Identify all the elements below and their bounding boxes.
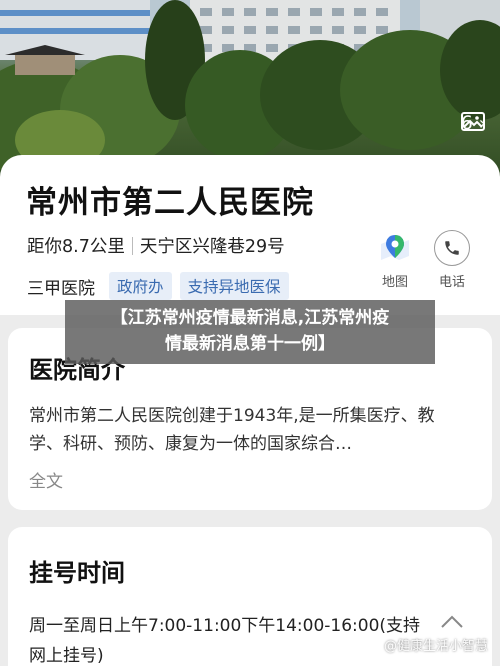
chevron-up-icon[interactable] [440, 615, 464, 629]
full-text-link[interactable]: 全文 [29, 467, 63, 492]
hospital-name: 常州市第二人民医院 [26, 185, 314, 221]
image-icon [460, 112, 485, 131]
headline-banner: 【江苏常州疫情最新消息,江苏常州疫 情最新消息第十一例】 [65, 300, 435, 364]
intro-text: 常州市第二人民医院创建于1943年,是一所集医疗、教学、科研、预防、康复为一体的… [29, 406, 435, 454]
map-button[interactable]: 地图 [372, 230, 418, 290]
schedule-title: 挂号时间 [29, 559, 125, 587]
distance-text: 距你8.7公里 [27, 237, 125, 257]
address-text: 天宁区兴隆巷29号 [139, 237, 285, 257]
address-row[interactable]: 距你8.7公里 天宁区兴隆巷29号 [27, 233, 285, 258]
tags-row: 三甲医院 政府办 支持异地医保 [27, 272, 289, 300]
tag-government: 政府办 [109, 272, 172, 300]
tag-insurance: 支持异地医保 [179, 272, 289, 300]
call-button[interactable]: 电话 [429, 230, 475, 290]
hospital-info-card: 常州市第二人民医院 距你8.7公里 天宁区兴隆巷29号 三甲医院 政府办 支持异… [0, 155, 500, 315]
map-pin-icon [377, 230, 413, 266]
map-label: 地图 [381, 275, 408, 290]
banner-line-1: 【江苏常州疫情最新消息,江苏常州疫 [110, 308, 390, 328]
call-label: 电话 [438, 275, 465, 290]
watermark-text: @健康生活小智慧 [383, 639, 488, 654]
divider [131, 236, 133, 255]
banner-line-2: 情最新消息第十一例】 [165, 334, 335, 354]
watermark: @健康生活小智慧 [384, 635, 488, 654]
phone-icon [434, 230, 470, 266]
photo-count-button[interactable]: 6 › [460, 112, 486, 134]
schedule-text: 周一至周日上午7:00-11:00下午14:00-16:00(支持网上挂号) [29, 616, 421, 666]
hospital-grade: 三甲医院 [27, 278, 95, 299]
